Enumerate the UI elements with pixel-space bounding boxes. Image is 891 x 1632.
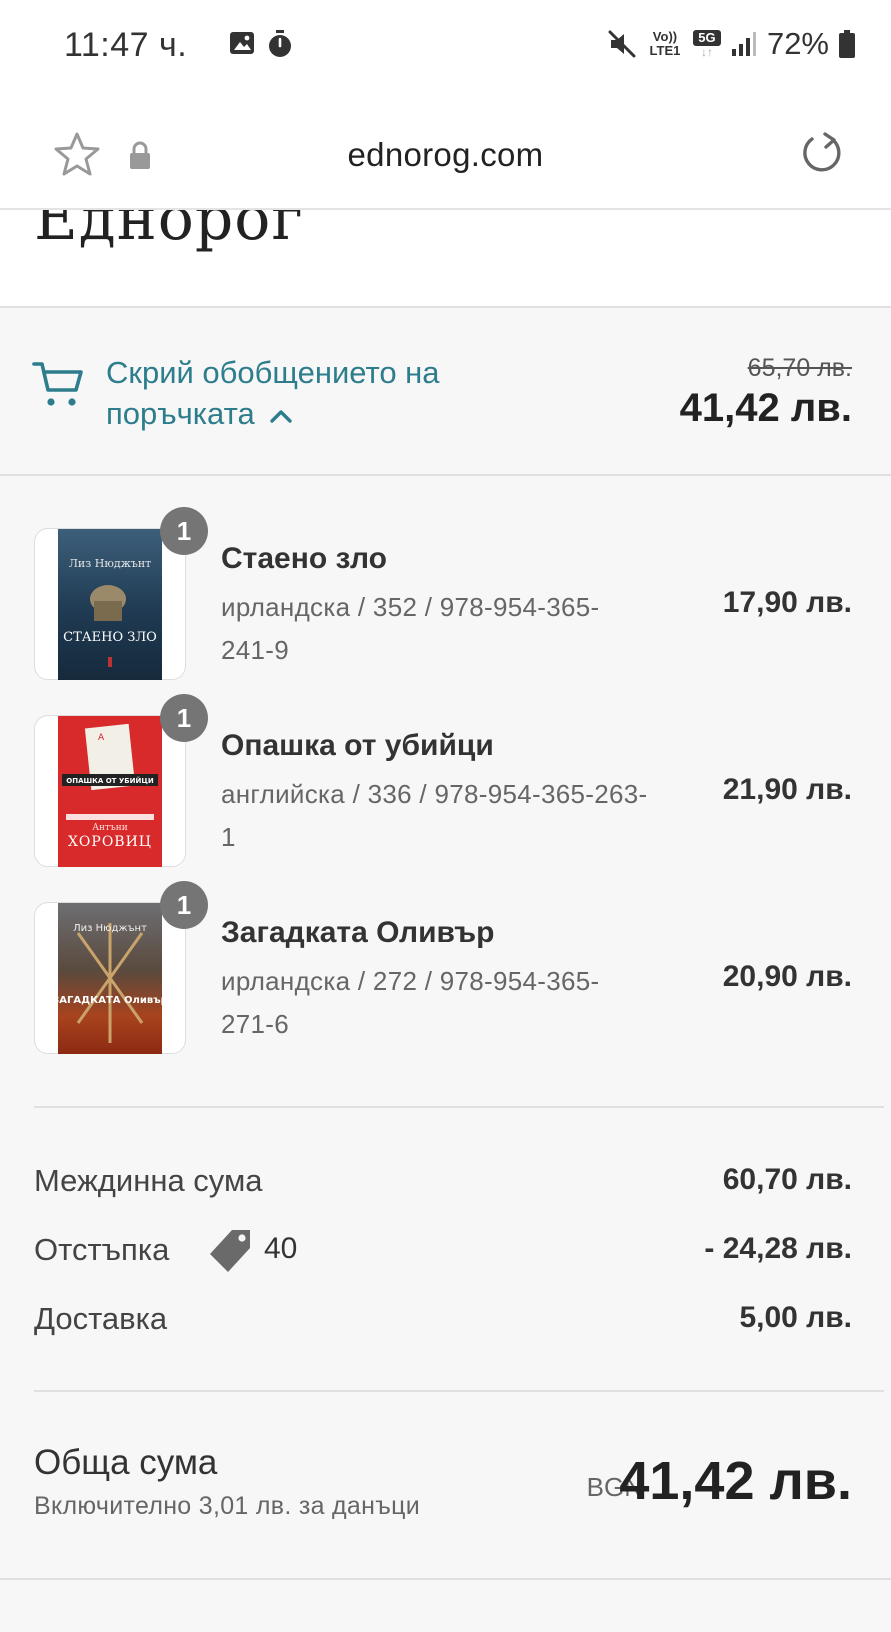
volte-indicator: Vo)) LTE1 bbox=[649, 29, 681, 58]
gallery-icon bbox=[230, 32, 254, 54]
item-price: 17,90 лв. bbox=[722, 586, 852, 619]
list-item: Лиз Нюджънт ЗАГАДКАТА Оливър 1 Загадката… bbox=[0, 881, 891, 1062]
grand-total: 41,42 лв. bbox=[619, 1451, 852, 1511]
summary-total: 41,42 лв. bbox=[679, 386, 852, 430]
discount-label: Отстъпка bbox=[34, 1232, 170, 1267]
svg-text:A: A bbox=[98, 733, 105, 743]
shipping-value: 5,00 лв. bbox=[739, 1301, 852, 1334]
subtotal-row: Междинна сума 60,70 лв. bbox=[0, 1163, 891, 1213]
shipping-row: Доставка 5,00 лв. bbox=[0, 1301, 891, 1351]
status-time: 11:47 ч. bbox=[64, 26, 188, 64]
cover-band-text: ОПАШКА ОТ УБИЙЦИ bbox=[66, 776, 154, 785]
discount-tag-icon bbox=[210, 1230, 250, 1272]
item-title: Опашка от убийци bbox=[221, 729, 494, 762]
subtotal-label: Междинна сума bbox=[34, 1163, 263, 1198]
browser-address-bar: ednorog.com bbox=[0, 100, 891, 210]
status-bar: 11:47 ч. Vo)) LTE1 5G ↓↑ 72% bbox=[0, 0, 891, 100]
original-total: 65,70 лв. bbox=[747, 354, 852, 382]
hide-summary-link[interactable]: Скрий обобщението на поръчката bbox=[106, 352, 526, 434]
mute-icon bbox=[608, 30, 636, 58]
store-header: Еднорог bbox=[0, 210, 891, 308]
product-thumbnail: Лиз Нюджънт ЗАГАДКАТА Оливър 1 bbox=[34, 881, 208, 1054]
list-item: A ОПАШКА ОТ УБИЙЦИ Антъни ХОРОВИЦ 1 Опаш… bbox=[0, 694, 891, 875]
quantity-badge: 1 bbox=[160, 694, 208, 742]
order-summary-toggle[interactable]: Скрий обобщението на поръчката 65,70 лв.… bbox=[0, 310, 891, 476]
quantity-badge: 1 bbox=[160, 881, 208, 929]
total-label: Обща сума bbox=[34, 1443, 218, 1482]
shipping-label: Доставка bbox=[34, 1301, 168, 1336]
item-price: 21,90 лв. bbox=[722, 773, 852, 806]
product-thumbnail: A ОПАШКА ОТ УБИЙЦИ Антъни ХОРОВИЦ 1 bbox=[34, 694, 208, 867]
product-thumbnail: Лиз Нюджънт СТАЕНО ЗЛО 1 bbox=[34, 507, 208, 680]
discount-code: 40 bbox=[264, 1232, 298, 1265]
divider bbox=[34, 1390, 884, 1392]
item-title: Загадката Оливър bbox=[221, 916, 495, 949]
reload-icon[interactable] bbox=[799, 130, 845, 176]
cover-author-text: Лиз Нюджънт bbox=[73, 923, 147, 934]
chevron-up-icon bbox=[270, 410, 293, 423]
tax-note: Включително 3,01 лв. за данъци bbox=[34, 1492, 421, 1520]
divider bbox=[34, 1106, 884, 1108]
item-meta: английска / 336 / 978-954-365-263-1 bbox=[221, 779, 648, 852]
cart-icon bbox=[32, 362, 83, 406]
item-meta: ирландска / 272 / 978-954-365-271-6 bbox=[221, 966, 600, 1039]
list-item: Лиз Нюджънт СТАЕНО ЗЛО 1 Стаено зло ирла… bbox=[0, 507, 891, 688]
item-meta: ирландска / 352 / 978-954-365-241-9 bbox=[221, 592, 600, 665]
cover-title-text: ХОРОВИЦ bbox=[68, 834, 152, 850]
subtotal-value: 60,70 лв. bbox=[722, 1163, 852, 1196]
5g-indicator: 5G ↓↑ bbox=[692, 29, 721, 59]
discount-value: - 24,28 лв. bbox=[704, 1232, 852, 1265]
battery-icon bbox=[839, 30, 855, 58]
discount-row: Отстъпка 40 - 24,28 лв. bbox=[0, 1230, 891, 1282]
url-field[interactable]: ednorog.com bbox=[0, 136, 891, 174]
item-price: 20,90 лв. bbox=[722, 960, 852, 993]
book-cover-image: A ОПАШКА ОТ УБИЙЦИ Антъни ХОРОВИЦ bbox=[58, 716, 162, 867]
status-indicators: Vo)) LTE1 5G ↓↑ 72% bbox=[607, 26, 855, 62]
divider bbox=[0, 1578, 891, 1580]
cover-title-text: СТАЕНО ЗЛО bbox=[63, 630, 157, 645]
quantity-badge: 1 bbox=[160, 507, 208, 555]
cover-author-text: Антъни bbox=[92, 823, 128, 833]
book-cover-image: Лиз Нюджънт СТАЕНО ЗЛО bbox=[58, 529, 162, 680]
item-title: Стаено зло bbox=[221, 542, 388, 575]
cover-author-text: Лиз Нюджънт bbox=[69, 557, 151, 570]
battery-percent: 72% bbox=[766, 26, 829, 61]
cover-title-text: ЗАГАДКАТА Оливър bbox=[58, 995, 162, 1006]
book-cover-image: Лиз Нюджънт ЗАГАДКАТА Оливър bbox=[58, 903, 162, 1054]
signal-icon bbox=[731, 32, 756, 56]
store-logo[interactable]: Еднорог bbox=[34, 210, 304, 254]
timer-icon bbox=[269, 30, 291, 57]
